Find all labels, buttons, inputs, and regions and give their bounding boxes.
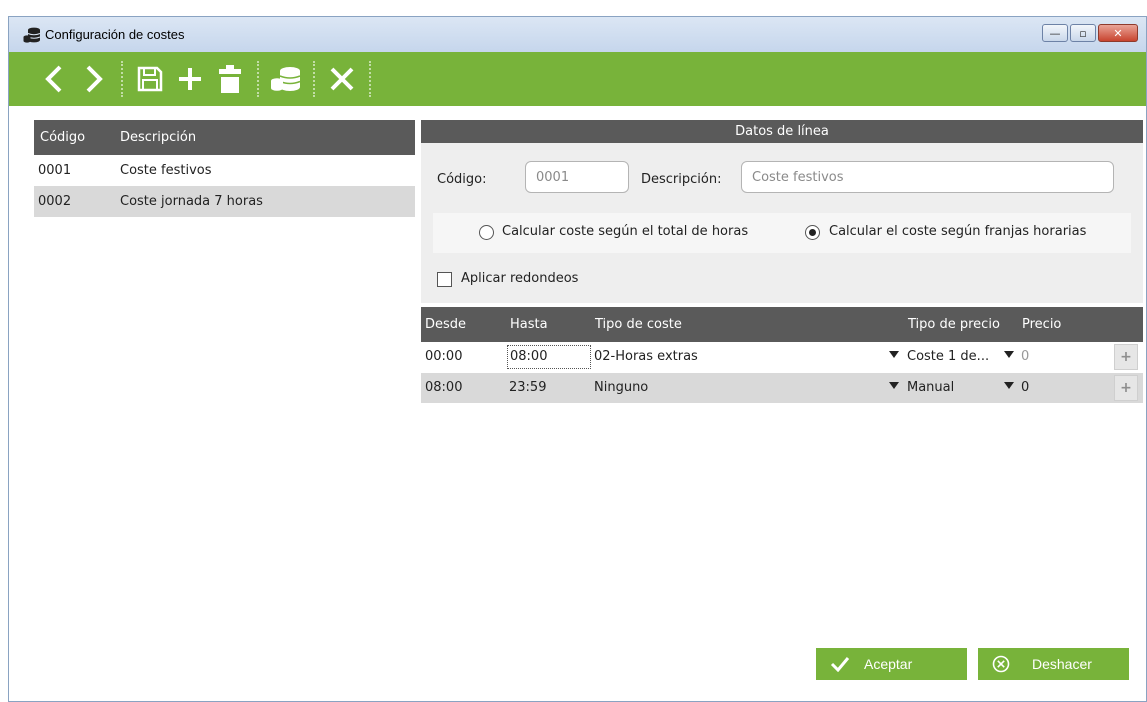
- accept-label: Aceptar: [864, 656, 913, 672]
- price-type-dropdown-icon[interactable]: [1004, 351, 1014, 358]
- maximize-icon: ▫: [1079, 26, 1087, 40]
- toolbar-separator: [313, 61, 315, 97]
- undo-label: Deshacer: [1032, 656, 1092, 672]
- cost-type-dropdown-icon[interactable]: [889, 382, 899, 389]
- arrow-right-icon: [86, 65, 103, 93]
- radio-time-bands[interactable]: [805, 225, 820, 240]
- grid-header-to[interactable]: Hasta: [510, 317, 548, 332]
- maximize-button[interactable]: ▫: [1070, 24, 1096, 42]
- cell-to-editor[interactable]: 08:00: [507, 345, 591, 369]
- window-controls: — ▫ ✕: [1042, 24, 1138, 42]
- cell-price[interactable]: 0: [1021, 349, 1029, 364]
- minimize-button[interactable]: —: [1042, 24, 1068, 42]
- description-label: Descripción:: [641, 172, 722, 187]
- list-cell-code: 0001: [38, 163, 72, 178]
- details-panel: Código: 0001 Descripción: Coste festivos…: [421, 143, 1143, 303]
- grid-header-from[interactable]: Desde: [425, 317, 466, 332]
- cost-type-dropdown-icon[interactable]: [889, 351, 899, 358]
- description-field[interactable]: Coste festivos: [741, 161, 1114, 193]
- list-header-description[interactable]: Descripción: [120, 130, 196, 145]
- list-row[interactable]: 0002 Coste jornada 7 horas: [34, 186, 415, 217]
- save-icon: [137, 66, 163, 92]
- window-title: Configuración de costes: [45, 27, 185, 42]
- toolbar: [9, 52, 1146, 106]
- calculation-mode-group: Calcular coste según el total de horas C…: [433, 213, 1131, 253]
- grid-header-cost-type[interactable]: Tipo de coste: [595, 317, 682, 332]
- radio-time-bands-label[interactable]: Calcular el coste según franjas horarias: [829, 224, 1086, 239]
- cancel-circle-icon: [992, 655, 1010, 673]
- radio-total-hours[interactable]: [479, 225, 494, 240]
- add-button[interactable]: [173, 59, 207, 99]
- costs-button[interactable]: [269, 59, 303, 99]
- undo-button[interactable]: Deshacer: [978, 648, 1129, 680]
- grid-header: Desde Hasta Tipo de coste Tipo de precio…: [421, 307, 1143, 342]
- grid-header-price[interactable]: Precio: [1022, 317, 1061, 332]
- rounding-label[interactable]: Aplicar redondeos: [461, 271, 578, 286]
- cell-cost-type[interactable]: Ninguno: [594, 380, 648, 395]
- cell-from[interactable]: 00:00: [425, 349, 462, 364]
- price-type-dropdown-icon[interactable]: [1004, 382, 1014, 389]
- add-row-button[interactable]: +: [1114, 344, 1138, 370]
- code-field[interactable]: 0001: [525, 161, 629, 193]
- previous-button[interactable]: [37, 59, 71, 99]
- rounding-checkbox[interactable]: [437, 272, 452, 287]
- list-cell-description: Coste jornada 7 horas: [120, 194, 263, 209]
- trash-icon: [219, 65, 241, 93]
- arrow-left-icon: [45, 65, 62, 93]
- cell-to[interactable]: 23:59: [509, 380, 546, 395]
- list-cell-description: Coste festivos: [120, 163, 212, 178]
- coins-icon: [271, 67, 301, 91]
- toolbar-separator: [121, 61, 123, 97]
- add-row-button[interactable]: +: [1114, 375, 1138, 401]
- close-window-icon: ✕: [1113, 26, 1123, 40]
- section-title: Datos de línea: [421, 120, 1143, 143]
- toolbar-separator: [257, 61, 259, 97]
- cell-to: 08:00: [510, 349, 548, 364]
- list-header: Código Descripción: [34, 120, 415, 155]
- list-cell-code: 0002: [38, 194, 72, 209]
- cell-price[interactable]: 0: [1021, 380, 1029, 395]
- list-row[interactable]: 0001 Coste festivos: [34, 155, 415, 186]
- code-label: Código:: [437, 172, 487, 187]
- list-header-code[interactable]: Código: [34, 130, 120, 145]
- close-button[interactable]: [325, 59, 359, 99]
- table-row[interactable]: 08:00 23:59 Ninguno Manual 0 +: [421, 373, 1143, 403]
- plus-icon: +: [1120, 349, 1132, 365]
- radio-total-hours-label[interactable]: Calcular coste según el total de horas: [502, 224, 748, 239]
- close-icon: [330, 67, 354, 91]
- minimize-icon: —: [1049, 26, 1061, 40]
- plus-icon: +: [1120, 380, 1132, 396]
- cell-price-type[interactable]: Manual: [907, 380, 954, 395]
- delete-button[interactable]: [213, 59, 247, 99]
- save-button[interactable]: [133, 59, 167, 99]
- next-button[interactable]: [77, 59, 111, 99]
- cell-price-type[interactable]: Coste 1 de...: [907, 349, 989, 364]
- cell-cost-type[interactable]: 02-Horas extras: [594, 349, 698, 364]
- cell-from[interactable]: 08:00: [425, 380, 462, 395]
- accept-button[interactable]: Aceptar: [816, 648, 967, 680]
- plus-icon: [179, 68, 201, 90]
- close-window-button[interactable]: ✕: [1098, 24, 1138, 42]
- title-bar: Configuración de costes — ▫ ✕: [9, 17, 1146, 52]
- check-icon: [830, 657, 850, 672]
- coins-icon: [23, 27, 41, 43]
- table-row[interactable]: 00:00 08:00 02-Horas extras Coste 1 de..…: [421, 342, 1143, 372]
- window: Configuración de costes — ▫ ✕ Código Des…: [8, 16, 1147, 702]
- toolbar-separator: [369, 61, 371, 97]
- grid-header-price-type[interactable]: Tipo de precio: [908, 317, 1000, 332]
